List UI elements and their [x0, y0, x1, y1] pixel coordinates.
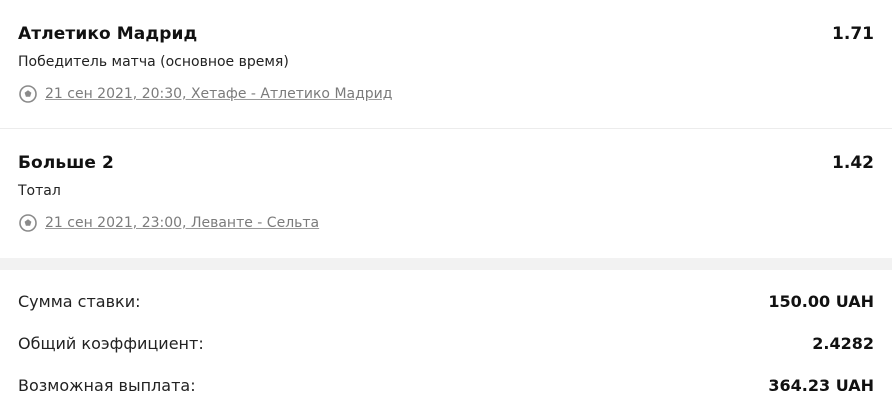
event-link[interactable]: 21 сен 2021, 23:00, Леванте - Сельта	[45, 215, 319, 231]
bet-odds: 1.71	[832, 24, 874, 44]
total-odds-row: Общий коэффициент: 2.4282	[18, 322, 874, 364]
payout-label: Возможная выплата:	[18, 375, 196, 395]
bet-event: 21 сен 2021, 23:00, Леванте - Сельта	[18, 213, 319, 233]
event-link[interactable]: 21 сен 2021, 20:30, Хетафе - Атлетико Ма…	[45, 86, 392, 102]
bet-market: Победитель матча (основное время)	[18, 54, 289, 70]
bet-item-2: Больше 2 1.42 Тотал 21 сен 2021, 23:00, …	[0, 128, 892, 256]
bet-market: Тотал	[18, 183, 61, 199]
bet-summary: Сумма ставки: 150.00 UAH Общий коэффицие…	[0, 280, 892, 406]
total-odds-value: 2.4282	[812, 333, 874, 353]
soccer-ball-icon	[18, 213, 38, 233]
bet-selection: Больше 2	[18, 153, 114, 173]
stake-row: Сумма ставки: 150.00 UAH	[18, 280, 874, 322]
bet-event: 21 сен 2021, 20:30, Хетафе - Атлетико Ма…	[18, 84, 392, 104]
payout-row: Возможная выплата: 364.23 UAH	[18, 364, 874, 406]
total-odds-label: Общий коэффициент:	[18, 333, 204, 353]
stake-value: 150.00 UAH	[768, 291, 874, 311]
bet-odds: 1.42	[832, 153, 874, 173]
bet-slip: Атлетико Мадрид 1.71 Победитель матча (о…	[0, 0, 892, 406]
bet-selection: Атлетико Мадрид	[18, 24, 198, 44]
payout-value: 364.23 UAH	[768, 375, 874, 395]
section-divider	[0, 258, 892, 270]
bet-item-1: Атлетико Мадрид 1.71 Победитель матча (о…	[0, 0, 892, 128]
stake-label: Сумма ставки:	[18, 291, 141, 311]
soccer-ball-icon	[18, 84, 38, 104]
